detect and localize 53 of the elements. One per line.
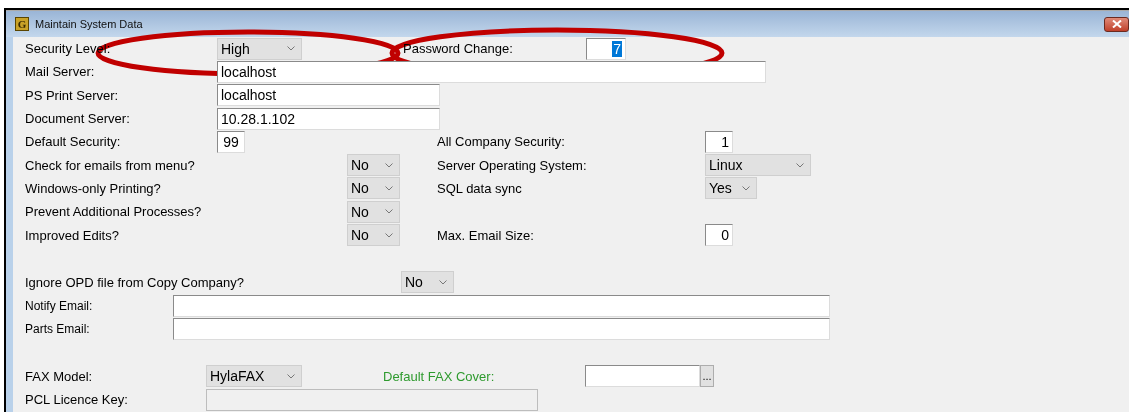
ignore-opd-dropdown[interactable]: No [401,271,454,294]
field-label: PS Print Server: [25,87,120,103]
fax-model-dropdown[interactable]: HylaFAX [206,365,302,388]
check-emails-dropdown[interactable]: No [347,154,400,177]
password-change-field[interactable]: 7 [586,37,626,60]
caret-icon [385,209,393,215]
field-label: Check for emails from menu? [25,157,196,173]
field-label: Improved Edits? [25,227,120,243]
field-label: Document Server: [25,111,131,127]
caret-icon [385,162,393,168]
field-label: PCL Licence Key: [25,392,129,407]
caret-icon [385,185,393,191]
all-company-security-field[interactable]: 1 [705,130,733,153]
default-security-field[interactable]: 99 [217,130,245,153]
field-label: Server Operating System: [437,157,588,173]
field-label: SQL data sync [437,180,523,196]
caret-icon [287,373,295,379]
caret-icon [796,162,804,168]
field-label: All Company Security: [437,134,566,150]
field-label: Prevent Additional Processes? [25,204,203,220]
server-os-dropdown[interactable]: Linux [705,154,811,177]
close-icon [1111,20,1122,28]
field-label: Parts Email: [25,321,91,336]
default-fax-cover-field[interactable] [585,365,700,388]
document-server-field[interactable]: 10.28.1.102 [217,107,440,130]
field-label: Default FAX Cover: [383,368,496,384]
field-label: Windows-only Printing? [25,180,162,196]
parts-email-field[interactable] [173,317,830,340]
browse-button[interactable]: ... [700,365,714,388]
prevent-processes-dropdown[interactable]: No [347,200,400,223]
mail-server-field[interactable]: localhost [217,60,766,83]
caret-icon [439,279,447,285]
field-label: Max. Email Size: [437,227,535,243]
ps-print-server-field[interactable]: localhost [217,84,440,107]
field-label: Ignore OPD file from Copy Company? [25,274,245,290]
field-label: Password Change: [403,41,514,57]
windows-printing-dropdown[interactable]: No [347,177,400,200]
caret-icon [385,232,393,238]
max-email-size-field[interactable]: 0 [705,224,733,246]
close-button[interactable] [1104,16,1129,32]
field-label: Mail Server: [25,64,96,80]
sql-sync-dropdown[interactable]: Yes [705,177,757,200]
app-logo: G [15,17,29,31]
field-label: Notify Email: [25,298,94,313]
window-title: Maintain System Data [35,18,144,30]
caret-icon [742,185,750,191]
security-level-dropdown[interactable]: High [217,37,302,60]
selected-text: 7 [612,40,622,57]
field-label: Default Security: [25,134,122,150]
notify-email-field[interactable] [173,294,830,317]
caret-icon [287,46,295,52]
improved-edits-dropdown[interactable]: No [347,224,400,246]
field-label: FAX Model: [25,368,94,384]
